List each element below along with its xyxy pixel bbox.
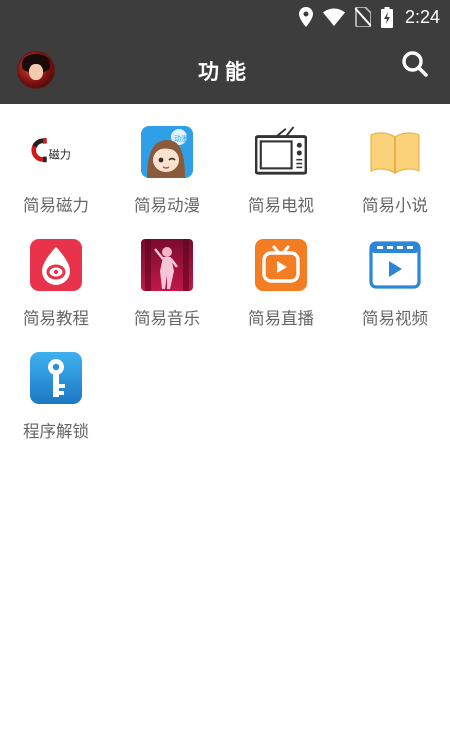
app-bar: 功能 xyxy=(0,34,450,104)
feature-label: 程序解锁 xyxy=(23,422,89,441)
magnet-icon-text: 磁力 xyxy=(49,149,71,162)
status-icons: 2:24 xyxy=(298,6,440,28)
feature-label: 简易磁力 xyxy=(23,196,89,215)
music-singer-icon xyxy=(141,239,193,291)
status-bar: 2:24 xyxy=(0,0,450,34)
status-time: 2:24 xyxy=(404,6,440,27)
search-icon xyxy=(401,50,429,82)
feature-tutorial[interactable]: 简易教程 xyxy=(0,217,112,329)
feature-magnet[interactable]: 磁力 简易磁力 xyxy=(0,104,112,216)
search-button[interactable] xyxy=(398,49,432,83)
location-icon xyxy=(298,7,313,27)
tv-icon xyxy=(255,126,307,178)
anime-icon-text: 动漫 xyxy=(174,134,188,143)
page-title: 功能 xyxy=(198,60,252,84)
video-player-icon xyxy=(369,239,421,291)
anime-girl-icon: 动漫 xyxy=(141,126,193,178)
book-icon xyxy=(369,126,421,178)
battery-charging-icon xyxy=(380,6,393,28)
feature-label: 简易小说 xyxy=(362,196,428,215)
feature-label: 简易音乐 xyxy=(134,309,200,328)
feature-label: 简易教程 xyxy=(23,309,89,328)
feature-unlock[interactable]: 程序解锁 xyxy=(0,330,112,442)
no-sim-icon xyxy=(354,7,371,27)
key-icon xyxy=(30,352,82,404)
live-tv-icon xyxy=(255,239,307,291)
feature-live[interactable]: 简易直播 xyxy=(225,217,337,329)
feature-music[interactable]: 简易音乐 xyxy=(111,217,223,329)
feature-video[interactable]: 简易视频 xyxy=(339,217,450,329)
magnet-icon: 磁力 xyxy=(30,126,82,178)
feature-tv[interactable]: 简易电视 xyxy=(225,104,337,216)
feature-anime[interactable]: 动漫 简易动漫 xyxy=(111,104,223,216)
feature-book[interactable]: 简易小说 xyxy=(339,104,450,216)
feature-label: 简易电视 xyxy=(248,196,314,215)
tutorial-icon xyxy=(30,239,82,291)
feature-label: 简易动漫 xyxy=(134,196,200,215)
wifi-icon xyxy=(322,8,345,26)
feature-label: 简易直播 xyxy=(248,309,314,328)
feature-label: 简易视频 xyxy=(362,309,428,328)
